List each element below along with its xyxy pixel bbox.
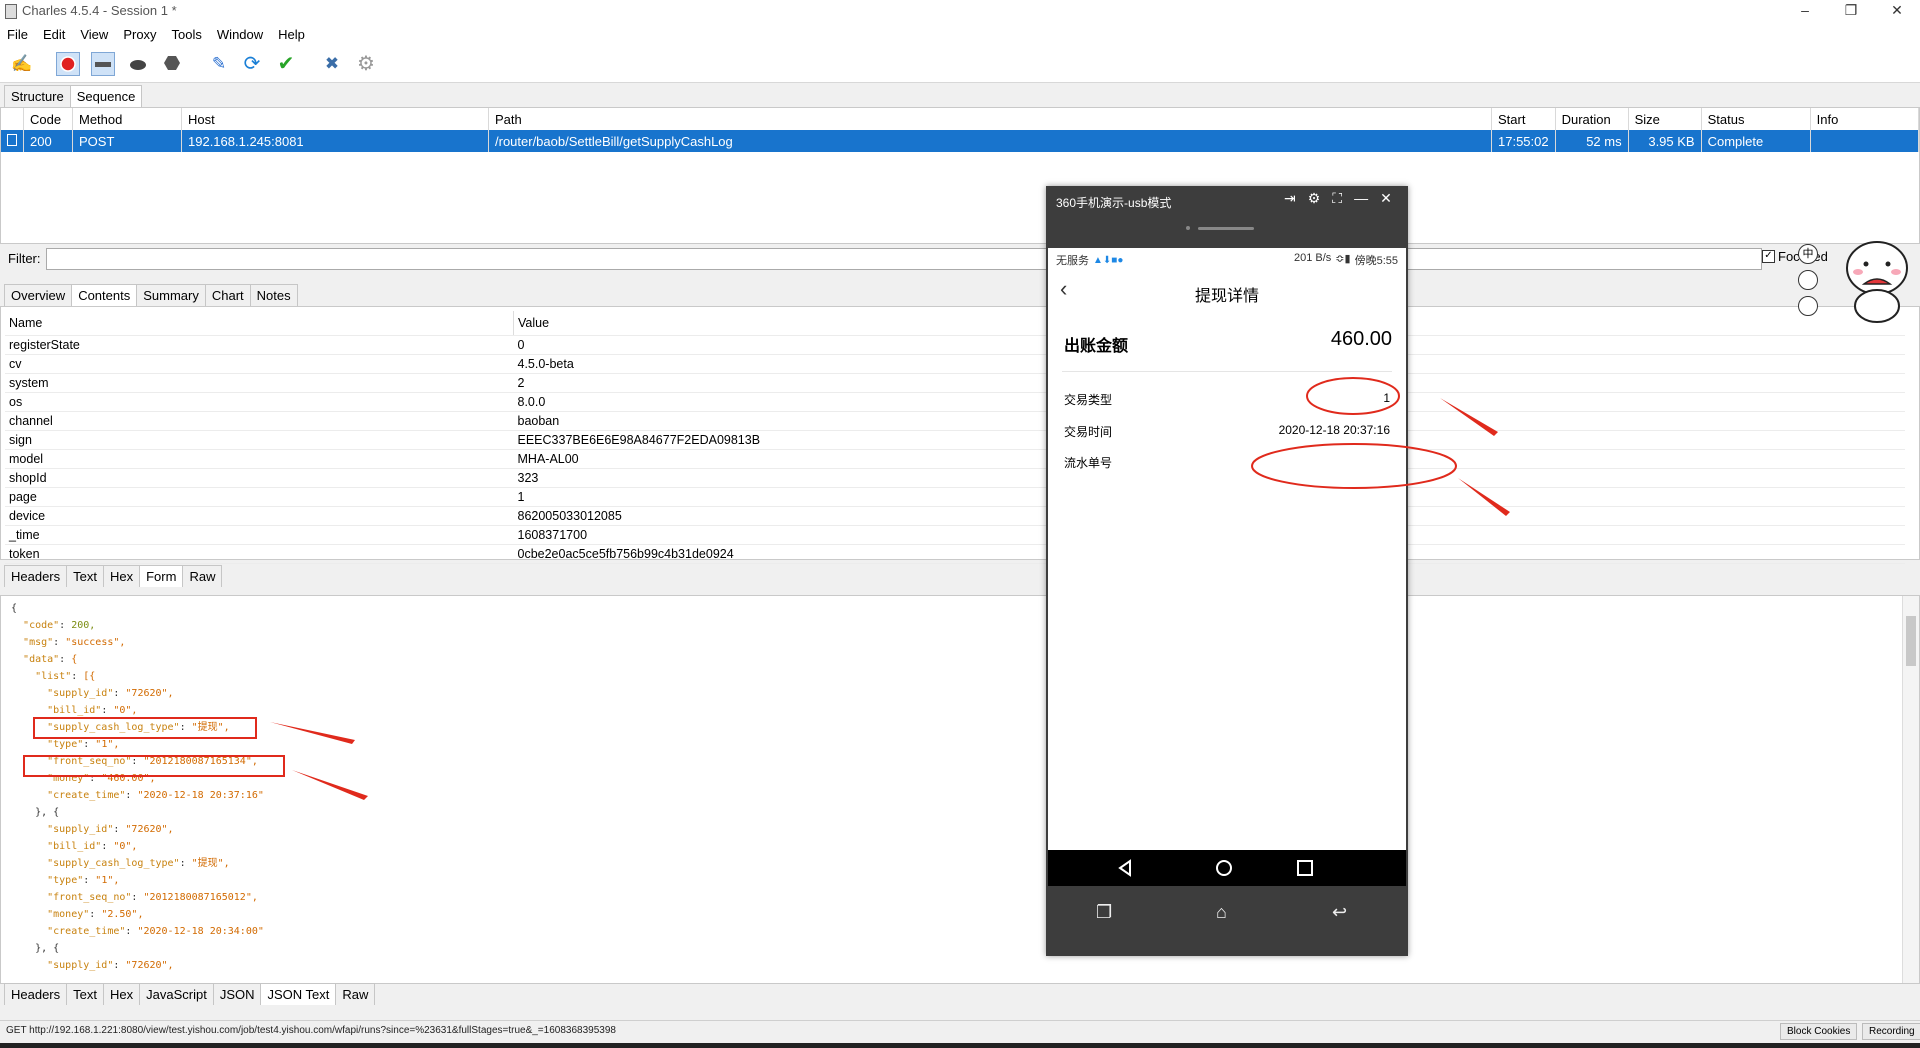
tab-contents[interactable]: Contents — [71, 284, 138, 306]
annotation-box-cash-type — [33, 717, 257, 739]
annotation-box-seq-no — [23, 755, 285, 777]
tab-sequence[interactable]: Sequence — [69, 85, 143, 107]
annotation-arrow-4 — [1458, 478, 1510, 516]
annotation-arrow-2 — [292, 770, 368, 800]
annotation-ellipse-serial — [1251, 443, 1457, 489]
annotation-ellipse-type — [1306, 377, 1400, 415]
tab-res-json-text[interactable]: JSON Text — [260, 983, 337, 1005]
annotation-arrow-3 — [1440, 398, 1498, 436]
annotation-overlay — [23, 377, 1510, 800]
annotation-arrow-1 — [270, 722, 355, 744]
tab-req-form[interactable]: Form — [139, 565, 184, 587]
